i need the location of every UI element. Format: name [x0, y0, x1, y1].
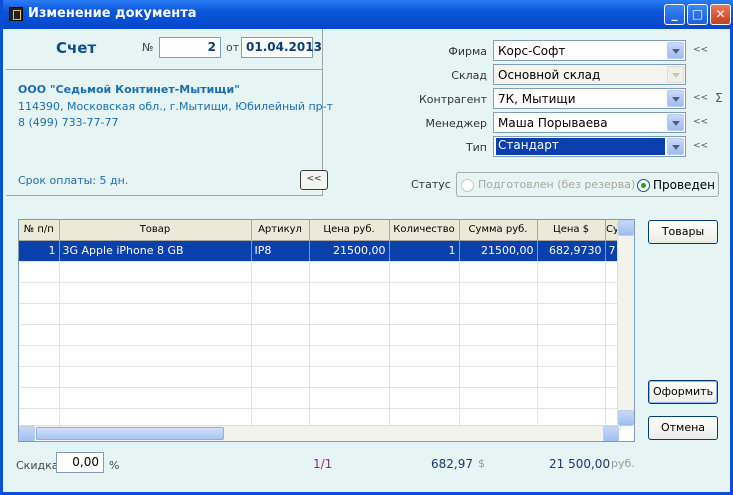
cell[interactable]: 682,9730 — [537, 240, 606, 262]
checkout-button[interactable]: Оформить — [648, 380, 718, 404]
firm-label: Фирма — [448, 45, 487, 58]
cell[interactable]: IP8 — [251, 240, 310, 262]
col-header[interactable]: Цена руб. — [309, 220, 390, 241]
table-row[interactable] — [19, 387, 621, 409]
close-button[interactable]: ✕ — [710, 4, 731, 25]
org-phone: 8 (499) 733-77-77 — [18, 116, 119, 129]
cancel-button[interactable]: Отмена — [648, 416, 718, 440]
manager-label: Менеджер — [425, 117, 487, 130]
col-header[interactable]: Артикул — [251, 220, 310, 241]
minimize-button[interactable]: _ — [664, 4, 685, 25]
table-header-row: № п/п Товар Артикул Цена руб. Количество… — [19, 220, 621, 241]
cell[interactable]: 21500,00 — [459, 240, 538, 262]
cell[interactable]: 21500,00 — [309, 240, 390, 262]
type-select[interactable]: Стандарт — [493, 136, 686, 157]
payment-term: Срок оплаты: 5 дн. — [18, 174, 129, 187]
chevron-down-icon[interactable] — [667, 42, 684, 59]
collapse-button[interactable]: << — [300, 170, 328, 190]
table-row[interactable] — [19, 282, 621, 304]
document-header-panel: Счет № 2 от 01.04.2013 ООО "Седьмой Конт… — [6, 29, 333, 196]
window-title: Изменение документа — [28, 6, 197, 21]
scroll-thumb[interactable] — [36, 427, 224, 440]
title-bar: Изменение документа _ □ ✕ — [3, 0, 733, 29]
table-row[interactable] — [19, 303, 621, 325]
radio-posted[interactable] — [637, 179, 650, 192]
warehouse-label: Склад — [451, 69, 487, 82]
warehouse-value: Основной склад — [498, 68, 601, 82]
discount-unit: % — [109, 459, 120, 472]
vertical-scrollbar[interactable] — [617, 220, 634, 426]
chevron-down-icon — [667, 66, 684, 83]
doc-kind-title: Счет — [56, 39, 97, 57]
cell[interactable]: 1 — [19, 240, 60, 262]
doc-date-field[interactable]: 01.04.2013 — [241, 37, 322, 58]
chevron-down-icon[interactable] — [667, 90, 684, 107]
warehouse-select: Основной склад — [493, 64, 686, 85]
type-value: Стандарт — [496, 138, 665, 155]
discount-label: Скидка — [16, 459, 59, 472]
scroll-right-icon[interactable] — [603, 426, 619, 441]
status-group: Подготовлен (без резерва) Проведен — [456, 172, 719, 197]
type-expand-icon[interactable]: << — [693, 141, 708, 151]
manager-value: Маша Порываева — [498, 116, 608, 130]
firm-expand-icon[interactable]: << — [693, 45, 708, 55]
document-edit-window: Изменение документа _ □ ✕ Счет № 2 от 01… — [0, 0, 733, 495]
goods-table[interactable]: № п/п Товар Артикул Цена руб. Количество… — [18, 219, 635, 442]
scroll-down-icon[interactable] — [618, 410, 634, 426]
table-row[interactable] — [19, 366, 621, 388]
col-header[interactable]: Количество — [389, 220, 460, 241]
manager-expand-icon[interactable]: << — [693, 117, 708, 127]
org-name: ООО "Седьмой Континет-Мытищи" — [18, 83, 240, 96]
horizontal-scrollbar[interactable] — [19, 425, 619, 441]
radio-posted-label[interactable]: Проведен — [653, 178, 715, 192]
rub-unit: руб. — [611, 457, 635, 470]
counterparty-select[interactable]: 7К, Мытищи — [493, 88, 686, 109]
col-header[interactable]: № п/п — [19, 220, 60, 241]
status-label: Статус — [411, 178, 451, 191]
doc-number-field[interactable]: 2 — [159, 37, 221, 58]
counterparty-label: Контрагент — [418, 93, 487, 106]
chevron-down-icon[interactable] — [667, 114, 684, 131]
chevron-down-icon[interactable] — [667, 138, 684, 155]
org-address: 114390, Московская обл., г.Мытищи, Юбиле… — [18, 100, 334, 113]
discount-input[interactable]: 0,00 — [56, 452, 104, 473]
manager-select[interactable]: Маша Порываева — [493, 112, 686, 133]
maximize-button[interactable]: □ — [687, 4, 708, 25]
app-icon — [9, 7, 23, 21]
usd-symbol: $ — [478, 457, 485, 470]
radio-prepared — [461, 179, 474, 192]
table-row[interactable] — [19, 345, 621, 367]
firm-value: Корс-Софт — [498, 44, 566, 58]
divider — [6, 69, 323, 70]
total-rub: 21 500,00 — [549, 457, 611, 471]
counterparty-expand-icon[interactable]: << — [693, 93, 708, 103]
cell[interactable]: 1 — [389, 240, 460, 262]
radio-prepared-label: Подготовлен (без резерва) — [478, 178, 636, 191]
goods-button[interactable]: Товары — [648, 220, 718, 244]
col-header[interactable]: Сумма руб. — [459, 220, 538, 241]
sigma-icon[interactable]: Σ — [715, 91, 723, 105]
table-row[interactable] — [19, 261, 621, 283]
col-header[interactable]: Цена $ — [537, 220, 606, 241]
table-row[interactable]: 1 3G Apple iPhone 8 GB IP8 21500,00 1 21… — [19, 240, 621, 262]
number-label: № — [142, 41, 154, 54]
scroll-up-icon[interactable] — [618, 220, 634, 236]
firm-select[interactable]: Корс-Софт — [493, 40, 686, 61]
col-header[interactable]: Товар — [59, 220, 252, 241]
total-usd: 682,97 — [431, 457, 473, 471]
table-row[interactable] — [19, 324, 621, 346]
cell[interactable]: 3G Apple iPhone 8 GB — [59, 240, 252, 262]
type-label: Тип — [465, 141, 487, 154]
counterparty-value: 7К, Мытищи — [498, 92, 576, 106]
page-indicator: 1/1 — [313, 457, 333, 471]
scroll-left-icon[interactable] — [19, 426, 35, 441]
date-label: от — [226, 41, 240, 54]
